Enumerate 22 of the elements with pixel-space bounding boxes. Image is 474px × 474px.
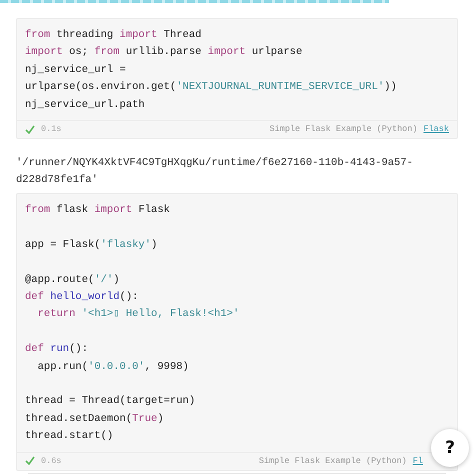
code-line: nj_service_url =	[25, 62, 127, 78]
cell-output: '/runner/NQYK4XktVF4C9TgHXqgKu/runtime/f6e27160-110b-4143-9a57-d228d78fe1fa'	[16, 156, 414, 188]
run-time: 0.6s	[41, 456, 62, 466]
code-line: thread.start()	[25, 429, 114, 444]
runtime-link[interactable]: Flask	[423, 124, 449, 134]
code-line: def run():	[25, 342, 90, 358]
code-line: return '<h1>▯ Hello, Flask!<h1>'	[36, 307, 240, 322]
code-line: from flask import Flask	[25, 203, 171, 218]
run-time: 0.1s	[41, 124, 62, 134]
code-line: app = Flask('flasky')	[25, 238, 158, 253]
code-line: thread = Thread(target=run)	[25, 394, 196, 410]
runtime-label: Simple Flask Example (Python)	[258, 456, 407, 466]
code-line: urlparse(os.environ.get('NEXTJOURNAL_RUNTIME_SERVICE_URL'))	[25, 80, 398, 96]
runtime-label: Simple Flask Example (Python)	[270, 124, 418, 134]
code-line: @app.route('/')	[25, 272, 121, 288]
code-line: app.run('0.0.0.0', 9998)	[36, 360, 190, 375]
code-line: nj_service_url.path	[25, 98, 146, 113]
code-line: thread.setDaemon(True)	[25, 412, 165, 427]
code-line: def hello_world():	[25, 290, 140, 306]
code-line: import os; from urllib.parse import urlparse	[25, 45, 304, 60]
code-line: from threading import Thread	[25, 28, 202, 43]
runtime-link[interactable]: Fl	[412, 456, 423, 466]
